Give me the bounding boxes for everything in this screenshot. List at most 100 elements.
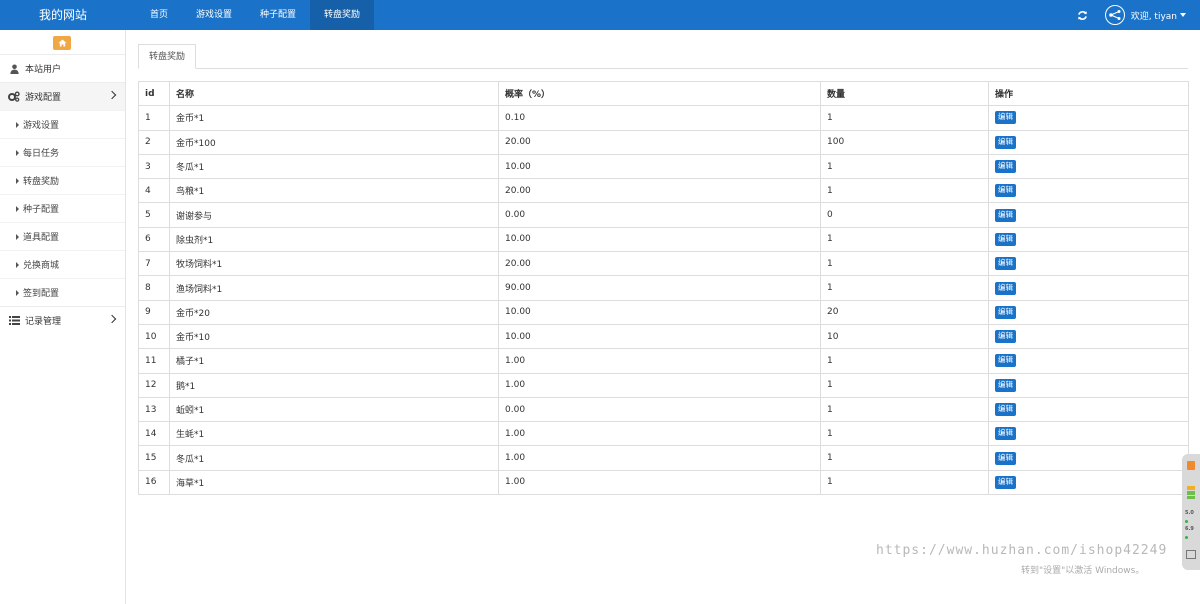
site-brand[interactable]: 我的网站 <box>0 0 126 30</box>
column-header-rate: 概率（%） <box>498 80 821 107</box>
edit-button[interactable]: 编辑 <box>995 475 1016 489</box>
cell-id: 13 <box>138 396 170 423</box>
edit-button[interactable]: 编辑 <box>995 354 1016 368</box>
watermark-text: https://www.huzhan.com/ishop42249 <box>876 543 1168 558</box>
welcome-text: 欢迎, tiyan <box>1130 11 1177 22</box>
edit-button[interactable]: 编辑 <box>995 257 1016 271</box>
tab-wheel-rewards[interactable]: 转盘奖励 <box>138 44 197 69</box>
cell-quantity: 1 <box>820 251 989 277</box>
sidebar-subitem-game-settings[interactable]: 游戏设置 <box>0 110 125 138</box>
sidebar-subitem-label: 每日任务 <box>23 149 60 159</box>
cell-rate: 1.00 <box>498 372 821 398</box>
sidebar-subitem-daily-tasks[interactable]: 每日任务 <box>0 138 125 166</box>
cell-quantity: 1 <box>820 396 989 423</box>
cell-name: 橘子*1 <box>169 348 499 374</box>
nav-seed-config[interactable]: 种子配置 <box>246 0 310 30</box>
user-icon <box>8 63 20 75</box>
cell-quantity: 1 <box>820 105 989 131</box>
avatar[interactable] <box>1104 5 1125 25</box>
sidebar-subitem-item-config[interactable]: 道具配置 <box>0 222 125 250</box>
sidebar-subitem-exchange-mall[interactable]: 兑换商城 <box>0 250 125 278</box>
cell-name: 鹅*1 <box>169 372 499 398</box>
table-row: 16 海草*1 1.00 1 编辑 <box>138 469 1189 496</box>
cell-actions: 编辑 <box>988 202 1189 228</box>
cell-actions: 编辑 <box>988 421 1189 447</box>
column-header-name: 名称 <box>169 80 499 107</box>
sidebar-item-label: 本站用户 <box>25 65 62 75</box>
user-menu[interactable]: 欢迎, tiyan <box>1131 9 1186 22</box>
sidebar-subitem-seed-config[interactable]: 种子配置 <box>0 194 125 222</box>
home-button[interactable] <box>53 36 71 50</box>
cell-actions: 编辑 <box>988 445 1189 471</box>
caret-right-icon <box>16 149 19 156</box>
table-header-row: id 名称 概率（%） 数量 操作 <box>138 80 1189 107</box>
sidebar-subitem-label: 转盘奖励 <box>23 177 60 187</box>
cell-quantity: 1 <box>820 275 989 301</box>
cell-name: 除虫剂*1 <box>169 226 499 253</box>
cell-rate: 10.00 <box>498 153 821 180</box>
sidebar-item-game-config[interactable]: 游戏配置 <box>0 82 125 110</box>
sidebar-subitem-label: 签到配置 <box>23 289 60 299</box>
cell-name: 金币*10 <box>169 323 499 350</box>
edit-button[interactable]: 编辑 <box>995 378 1016 392</box>
edit-button[interactable]: 编辑 <box>995 184 1016 198</box>
refresh-icon[interactable] <box>1075 7 1091 23</box>
table-row: 9 金币*20 10.00 20 编辑 <box>138 299 1189 325</box>
floating-widget[interactable]: 5.0 6.9 <box>1182 454 1200 570</box>
edit-button[interactable]: 编辑 <box>995 135 1016 149</box>
cell-id: 15 <box>138 445 170 471</box>
edit-button[interactable]: 编辑 <box>995 208 1016 222</box>
chart-icon[interactable] <box>1186 550 1196 559</box>
caret-right-icon <box>16 289 19 296</box>
edit-button[interactable]: 编辑 <box>995 305 1016 319</box>
edit-button[interactable]: 编辑 <box>995 427 1016 441</box>
sidebar-subitem-signin-config[interactable]: 签到配置 <box>0 278 125 306</box>
cell-actions: 编辑 <box>988 251 1189 277</box>
nav-wheel-rewards[interactable]: 转盘奖励 <box>310 0 375 30</box>
sidebar-subitem-wheel-rewards[interactable]: 转盘奖励 <box>0 166 125 194</box>
cell-rate: 10.00 <box>498 226 821 253</box>
cell-rate: 1.00 <box>498 421 821 447</box>
edit-button[interactable]: 编辑 <box>995 160 1016 174</box>
cell-id: 11 <box>138 348 170 374</box>
sidebar-subitem-label: 道具配置 <box>23 233 60 243</box>
edit-button[interactable]: 编辑 <box>995 111 1016 125</box>
cell-name: 金币*1 <box>169 105 499 131</box>
table-row: 5 谢谢参与 0.00 0 编辑 <box>138 202 1189 228</box>
edit-button[interactable]: 编辑 <box>995 281 1016 295</box>
cell-name: 牧场饲料*1 <box>169 251 499 277</box>
chevron-right-icon <box>107 90 117 100</box>
cell-quantity: 10 <box>820 323 989 350</box>
cell-actions: 编辑 <box>988 153 1189 180</box>
sidebar-item-records[interactable]: 记录管理 <box>0 306 125 334</box>
cell-actions: 编辑 <box>988 105 1189 131</box>
cell-id: 10 <box>138 323 170 350</box>
sidebar-subitem-label: 兑换商城 <box>23 261 60 271</box>
cell-rate: 20.00 <box>498 178 821 204</box>
table-row: 14 生蚝*1 1.00 1 编辑 <box>138 421 1189 447</box>
sidebar-subitem-label: 游戏设置 <box>23 121 60 131</box>
cell-quantity: 0 <box>820 202 989 228</box>
caret-right-icon <box>16 205 19 212</box>
cell-actions: 编辑 <box>988 275 1189 301</box>
cell-id: 1 <box>138 105 170 131</box>
cell-id: 4 <box>138 178 170 204</box>
cell-name: 谢谢参与 <box>169 202 499 228</box>
nav-game-settings[interactable]: 游戏设置 <box>182 0 246 30</box>
edit-button[interactable]: 编辑 <box>995 403 1016 416</box>
nav-home[interactable]: 首页 <box>136 0 182 30</box>
cell-id: 9 <box>138 299 170 325</box>
edit-button[interactable]: 编辑 <box>995 232 1016 246</box>
edit-button[interactable]: 编辑 <box>995 330 1016 344</box>
table-row: 12 鹅*1 1.00 1 编辑 <box>138 372 1189 398</box>
cell-id: 3 <box>138 153 170 180</box>
edit-button[interactable]: 编辑 <box>995 451 1016 465</box>
cell-rate: 90.00 <box>498 275 821 301</box>
table-row: 11 橘子*1 1.00 1 编辑 <box>138 348 1189 374</box>
sidebar-item-site-users[interactable]: 本站用户 <box>0 54 125 82</box>
top-navbar: 我的网站 首页 游戏设置 种子配置 转盘奖励 欢迎, tiyan <box>0 0 1200 30</box>
cell-id: 8 <box>138 275 170 301</box>
caret-right-icon <box>16 121 19 128</box>
cell-name: 生蚝*1 <box>169 421 499 447</box>
cell-quantity: 1 <box>820 178 989 204</box>
